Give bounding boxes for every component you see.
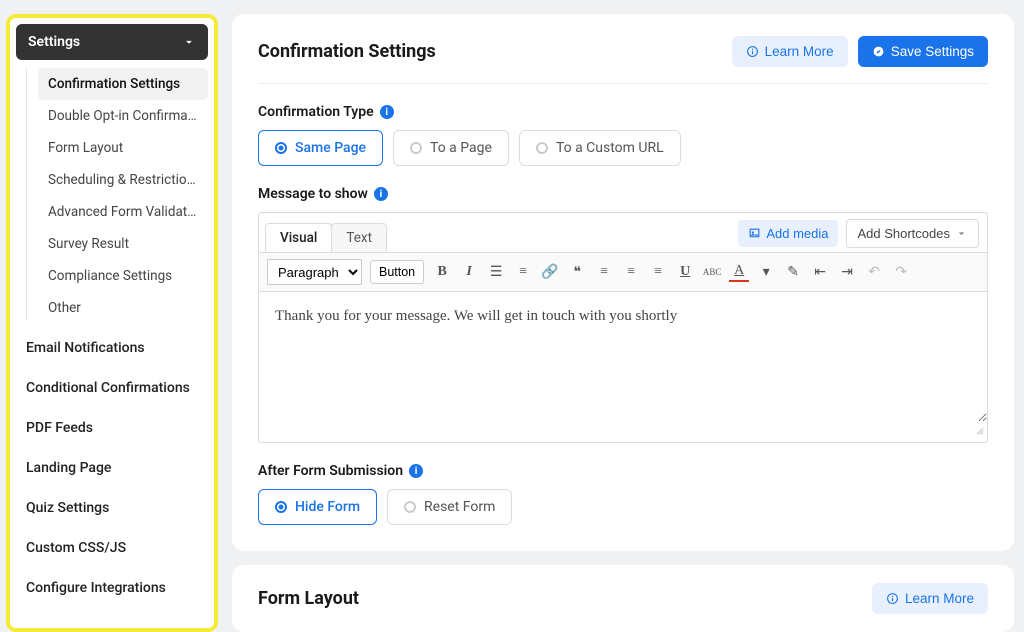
form-layout-panel: Form Layout Learn More <box>232 565 1014 632</box>
nav-email-notifications[interactable]: Email Notifications <box>16 328 208 368</box>
learn-more-button[interactable]: Learn More <box>732 36 848 67</box>
help-icon[interactable]: i <box>374 187 388 201</box>
editor-body[interactable]: Thank you for your message. We will get … <box>259 292 987 422</box>
editor-top-right: Add media Add Shortcodes <box>738 219 979 248</box>
confirmation-type-group: Same Page To a Page To a Custom URL <box>258 130 988 166</box>
sub-double-optin[interactable]: Double Opt-in Confirma... <box>38 100 208 132</box>
help-icon[interactable]: i <box>409 464 423 478</box>
bulleted-list-icon[interactable]: ☰ <box>486 262 506 282</box>
chevron-down-icon <box>182 35 196 49</box>
editor-tab-text[interactable]: Text <box>331 223 387 252</box>
nav-conditional-confirmations[interactable]: Conditional Confirmations <box>16 368 208 408</box>
align-center-icon[interactable]: ≡ <box>621 262 641 282</box>
sub-advanced-validation[interactable]: Advanced Form Validati... <box>38 196 208 228</box>
radio-to-custom-url[interactable]: To a Custom URL <box>519 130 681 166</box>
help-icon[interactable]: i <box>380 105 394 119</box>
align-left-icon[interactable]: ≡ <box>594 262 614 282</box>
strikethrough-icon[interactable]: ABC <box>702 262 722 282</box>
sub-other[interactable]: Other <box>38 292 208 324</box>
sub-form-layout[interactable]: Form Layout <box>38 132 208 164</box>
radio-same-page[interactable]: Same Page <box>258 130 383 166</box>
align-right-icon[interactable]: ≡ <box>648 262 668 282</box>
nav-quiz-settings[interactable]: Quiz Settings <box>16 488 208 528</box>
sidebar-header[interactable]: Settings <box>16 24 208 60</box>
paragraph-select[interactable]: Paragraph <box>267 259 362 285</box>
editor-tab-visual[interactable]: Visual <box>265 223 332 252</box>
radio-to-a-page[interactable]: To a Page <box>393 130 509 166</box>
confirmation-settings-panel: Confirmation Settings Learn More Save Se… <box>232 14 1014 551</box>
add-media-button[interactable]: Add media <box>738 220 838 247</box>
nav-custom-css-js[interactable]: Custom CSS/JS <box>16 528 208 568</box>
learn-more-label: Learn More <box>905 591 974 606</box>
outdent-icon[interactable]: ⇤ <box>810 262 830 282</box>
after-submission-label: After Form Submission i <box>258 463 988 479</box>
bold-icon[interactable]: B <box>432 262 452 282</box>
panel-header: Form Layout Learn More <box>258 583 988 614</box>
sub-confirmation-settings[interactable]: Confirmation Settings <box>38 68 208 100</box>
panel-actions: Learn More Save Settings <box>732 36 988 67</box>
sub-survey-result[interactable]: Survey Result <box>38 228 208 260</box>
editor-button-insert[interactable]: Button <box>370 260 424 284</box>
nav-configure-integrations[interactable]: Configure Integrations <box>16 568 208 608</box>
sub-compliance[interactable]: Compliance Settings <box>38 260 208 292</box>
text-color-icon[interactable]: A <box>729 262 749 282</box>
radio-dot-icon <box>536 142 548 154</box>
message-to-show-label: Message to show i <box>258 186 988 202</box>
radio-dot-icon <box>275 142 287 154</box>
nav-pdf-feeds[interactable]: PDF Feeds <box>16 408 208 448</box>
link-icon[interactable]: 🔗 <box>540 262 560 282</box>
radio-dot-icon <box>275 501 287 513</box>
main-content: Confirmation Settings Learn More Save Se… <box>232 14 1018 632</box>
toolbar-icons: B I ☰ ≡ 🔗 ❝ ≡ ≡ ≡ U ABC A ▾ ✎ ⇤ <box>432 262 911 282</box>
after-submission-group: Hide Form Reset Form <box>258 489 988 525</box>
underline-icon[interactable]: U <box>675 262 695 282</box>
sub-scheduling[interactable]: Scheduling & Restrictions <box>38 164 208 196</box>
editor-topbar: Visual Text Add media Add Shortcodes <box>259 213 987 253</box>
rich-text-editor: Visual Text Add media Add Shortcodes <box>258 212 988 443</box>
chevron-down-icon <box>955 227 968 240</box>
media-icon <box>748 227 761 240</box>
clear-format-icon[interactable]: ✎ <box>783 262 803 282</box>
panel-title: Form Layout <box>258 588 359 609</box>
check-circle-icon <box>872 45 885 58</box>
redo-icon[interactable]: ↷ <box>891 262 911 282</box>
editor-toolbar: Paragraph Button B I ☰ ≡ 🔗 ❝ ≡ ≡ ≡ U <box>259 253 987 292</box>
italic-icon[interactable]: I <box>459 262 479 282</box>
radio-dot-icon <box>404 501 416 513</box>
radio-reset-form[interactable]: Reset Form <box>387 489 512 525</box>
panel-title: Confirmation Settings <box>258 41 436 62</box>
nav-landing-page[interactable]: Landing Page <box>16 448 208 488</box>
info-icon <box>886 592 899 605</box>
undo-icon[interactable]: ↶ <box>864 262 884 282</box>
editor-tabs: Visual Text <box>265 223 386 252</box>
confirmation-type-label: Confirmation Type i <box>258 104 988 120</box>
indent-icon[interactable]: ⇥ <box>837 262 857 282</box>
panel-header: Confirmation Settings Learn More Save Se… <box>258 36 988 84</box>
save-settings-button[interactable]: Save Settings <box>858 36 988 67</box>
radio-hide-form[interactable]: Hide Form <box>258 489 377 525</box>
learn-more-button[interactable]: Learn More <box>872 583 988 614</box>
settings-sidebar: Settings Confirmation Settings Double Op… <box>6 14 218 632</box>
settings-submenu: Confirmation Settings Double Opt-in Conf… <box>16 60 208 328</box>
sidebar-header-label: Settings <box>28 34 80 50</box>
learn-more-label: Learn More <box>765 44 834 59</box>
save-settings-label: Save Settings <box>891 44 974 59</box>
resize-icon <box>971 422 985 436</box>
info-icon <box>746 45 759 58</box>
radio-dot-icon <box>410 142 422 154</box>
numbered-list-icon[interactable]: ≡ <box>513 262 533 282</box>
text-color-chevron-icon[interactable]: ▾ <box>756 262 776 282</box>
add-shortcodes-button[interactable]: Add Shortcodes <box>846 219 979 248</box>
blockquote-icon[interactable]: ❝ <box>567 262 587 282</box>
resize-handle[interactable] <box>259 422 987 442</box>
